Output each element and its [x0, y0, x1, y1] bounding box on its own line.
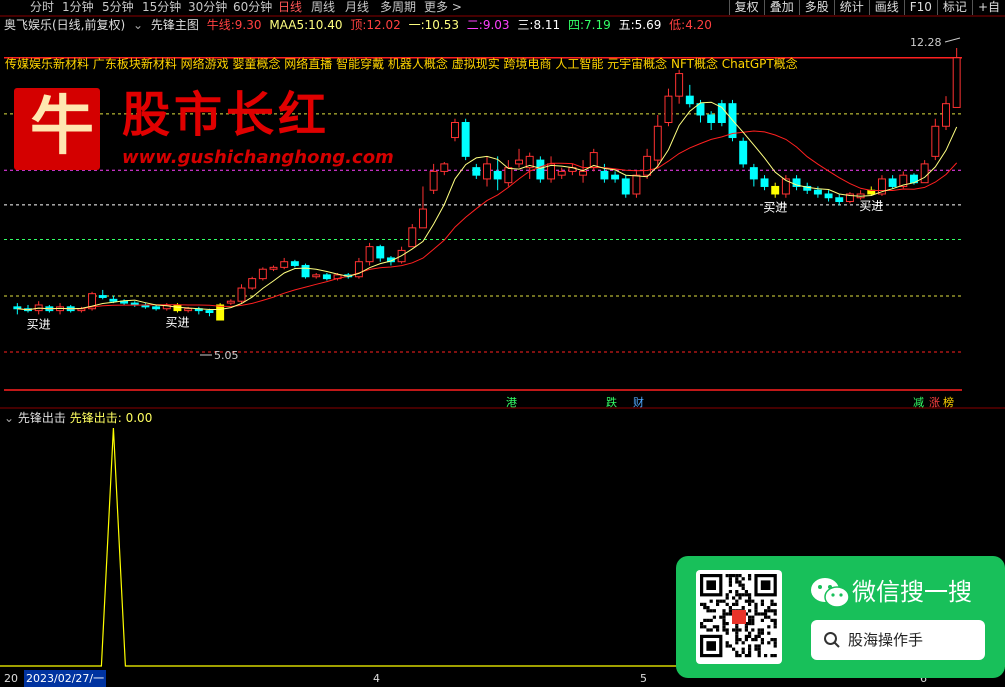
buy-signal: 买进 — [763, 201, 787, 215]
date-month-4: 4 — [373, 672, 380, 685]
candle-body — [835, 197, 844, 203]
candle-body — [290, 261, 299, 266]
candle-body — [664, 95, 673, 123]
candle-body — [280, 261, 289, 268]
candle-body — [258, 268, 267, 280]
candle-body — [952, 57, 961, 108]
candle-body — [98, 295, 107, 298]
event-tag: 财 — [633, 395, 644, 409]
candle-body — [429, 170, 438, 191]
candle-body — [408, 227, 417, 248]
wechat-title: 微信搜一搜 — [852, 578, 972, 606]
buy-signal: 买进 — [859, 199, 883, 213]
candle-body — [621, 178, 630, 195]
logo-char: 牛 — [30, 89, 94, 164]
search-icon — [824, 632, 840, 648]
candle-body — [931, 125, 940, 157]
candle-body — [504, 167, 513, 184]
candle-body — [365, 246, 374, 263]
date-axis: 20 2023/02/27/一 4 5 — [0, 670, 680, 687]
candle-body — [920, 163, 929, 184]
candle-body — [269, 266, 278, 270]
candle-body — [184, 308, 193, 312]
candle-body — [440, 163, 449, 172]
candle-body — [248, 278, 257, 289]
high-price-label: 12.28 — [910, 36, 942, 49]
wechat-icon — [811, 578, 850, 608]
candle-body — [888, 178, 897, 187]
high-price-pointer — [944, 37, 961, 43]
candle-body — [472, 167, 481, 176]
candle-body — [675, 73, 684, 97]
event-tag: 港 — [506, 396, 517, 409]
candle-body — [685, 95, 694, 105]
event-tag: 减 — [913, 396, 924, 409]
wechat-banner: 微信搜一搜 股海操作手 — [676, 556, 1005, 678]
candle-body — [771, 185, 780, 195]
qr-code — [696, 570, 782, 664]
candle-body — [493, 170, 502, 180]
candle-body — [942, 103, 950, 127]
candle-body — [557, 170, 566, 176]
candle-body — [749, 167, 758, 180]
candle-body — [643, 155, 652, 176]
buy-signal: 买进 — [27, 317, 51, 331]
candle-body — [109, 298, 118, 302]
candle-body — [600, 170, 609, 180]
candle-body — [632, 174, 641, 195]
candle-body — [813, 189, 822, 195]
candle-body — [451, 121, 459, 139]
date-current: 2023/02/27/一 — [24, 670, 107, 687]
buy-signal: 买进 — [165, 315, 189, 329]
candle-body — [237, 287, 246, 302]
low-price-label: 5.05 — [214, 349, 239, 362]
candle-body — [461, 121, 470, 157]
date-start: 20 — [4, 672, 18, 685]
candle-body — [322, 274, 331, 280]
candle-body — [515, 159, 523, 165]
candle-body — [418, 208, 427, 229]
candle-body — [301, 264, 310, 278]
logo-url: www.gushichanghong.com — [122, 147, 394, 168]
candle-body — [760, 178, 769, 187]
candle-body — [312, 274, 321, 278]
candle-body — [205, 310, 214, 313]
date-month-5: 5 — [640, 672, 647, 685]
candle-body — [739, 140, 748, 165]
candle-body — [376, 246, 385, 259]
candle-body — [536, 159, 545, 180]
candle-body — [226, 300, 235, 304]
logo-title: 股市长红 — [122, 87, 331, 143]
event-tag: 跌 — [606, 395, 617, 409]
candle-body — [611, 174, 620, 180]
candle-body — [824, 193, 833, 199]
candle-body — [216, 304, 225, 321]
candle-body — [579, 170, 588, 176]
wechat-search-box[interactable]: 股海操作手 — [811, 620, 985, 660]
candle-body — [707, 114, 716, 123]
candle-body — [483, 163, 491, 180]
event-tag: 榜 — [943, 395, 954, 409]
concept-tags: 传媒娱乐新材料 广东板块新材料 网络游戏 婴童概念 网络直播 智能穿戴 机器人概… — [5, 57, 798, 71]
candle-body — [152, 306, 161, 310]
candle-body — [653, 125, 662, 161]
event-tag: 涨 — [929, 396, 940, 409]
wechat-search-text: 股海操作手 — [848, 631, 924, 649]
